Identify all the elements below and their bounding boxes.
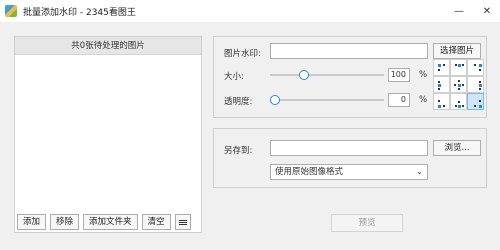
save-to-input[interactable] — [270, 140, 428, 156]
file-list-toolbar: 添加 移除 添加文件夹 清空 — [17, 214, 191, 230]
minimize-button[interactable]: — — [446, 0, 472, 22]
format-select-value: 使用原始图像格式 — [275, 167, 344, 177]
preview-button[interactable]: 预览 — [331, 214, 403, 232]
app-logo-icon — [5, 5, 17, 17]
position-top-center[interactable] — [450, 59, 467, 76]
save-to-label: 另存到: — [224, 146, 253, 156]
size-value-input[interactable]: 100 — [388, 68, 410, 82]
save-settings-group: 另存到: 浏览... 使用原始图像格式 ⌄ — [213, 128, 487, 188]
clear-button[interactable]: 清空 — [141, 214, 171, 230]
position-middle-left[interactable] — [433, 76, 450, 93]
size-slider[interactable] — [270, 68, 384, 82]
position-top-right[interactable] — [467, 59, 484, 76]
format-select[interactable]: 使用原始图像格式 ⌄ — [270, 164, 428, 180]
image-watermark-input[interactable] — [270, 43, 428, 59]
position-top-left[interactable] — [433, 59, 450, 76]
choose-image-button[interactable]: 选择图片 — [433, 43, 481, 59]
window-title: 批量添加水印 - 2345看图王 — [23, 7, 136, 18]
list-view-icon[interactable] — [174, 214, 191, 230]
opacity-percent-label: % — [419, 95, 428, 105]
size-label: 大小: — [224, 72, 244, 82]
add-button[interactable]: 添加 — [17, 214, 47, 230]
browse-button[interactable]: 浏览... — [433, 140, 481, 156]
size-slider-thumb[interactable] — [299, 70, 309, 80]
watermark-settings-group: 图片水印: 选择图片 大小: 100 % 透明度: 0 % — [213, 36, 487, 118]
minimize-icon: — — [454, 5, 464, 17]
file-list-header: 共0张待处理的图片 — [15, 37, 201, 55]
position-center[interactable] — [450, 76, 467, 93]
position-bottom-center[interactable] — [450, 93, 467, 110]
close-button[interactable]: ✕ — [474, 0, 500, 22]
chevron-down-icon: ⌄ — [416, 167, 423, 176]
opacity-slider[interactable] — [270, 93, 384, 107]
remove-button[interactable]: 移除 — [50, 214, 80, 230]
image-watermark-label: 图片水印: — [224, 49, 261, 59]
add-folder-button[interactable]: 添加文件夹 — [83, 214, 138, 230]
position-middle-right[interactable] — [467, 76, 484, 93]
close-icon: ✕ — [482, 5, 492, 17]
title-bar: 批量添加水印 - 2345看图王 — ✕ — [0, 0, 500, 22]
file-list-panel: 共0张待处理的图片 添加 移除 添加文件夹 清空 — [14, 36, 202, 233]
file-list[interactable] — [15, 55, 201, 203]
position-bottom-left[interactable] — [433, 93, 450, 110]
size-percent-label: % — [419, 70, 428, 80]
position-grid — [433, 59, 484, 110]
opacity-value-input[interactable]: 0 — [388, 93, 410, 107]
opacity-label: 透明度: — [224, 97, 253, 107]
position-bottom-right[interactable] — [467, 93, 484, 110]
opacity-slider-thumb[interactable] — [270, 95, 280, 105]
